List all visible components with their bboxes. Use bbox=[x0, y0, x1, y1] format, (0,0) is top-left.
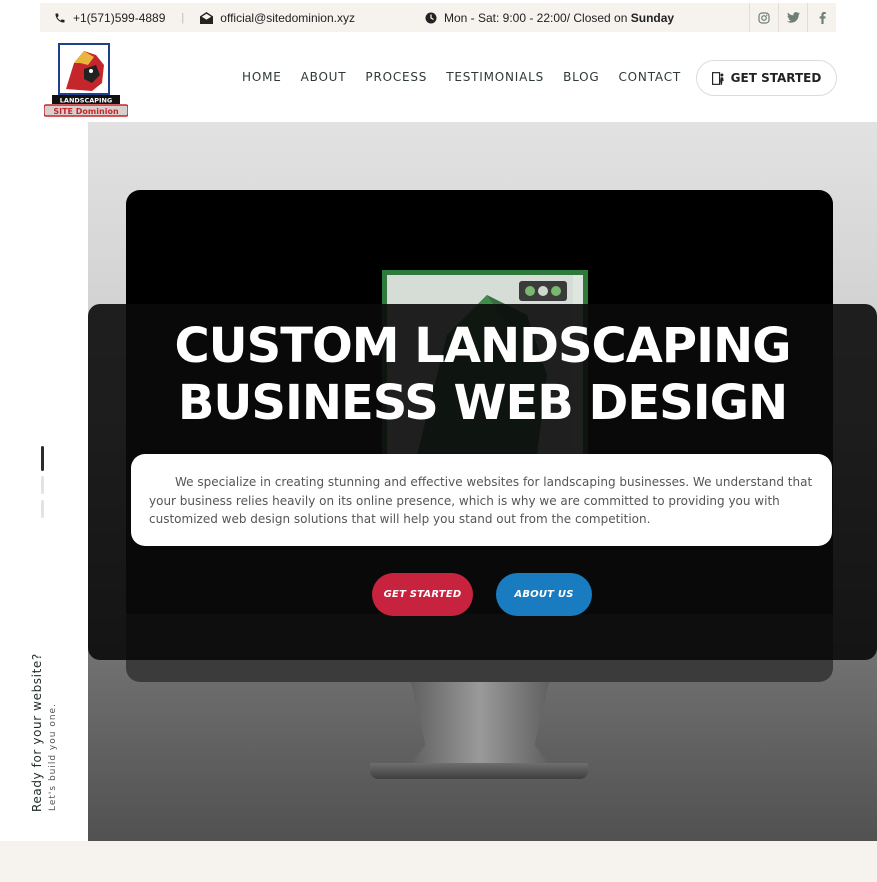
business-hours: Mon - Sat: 9:00 - 22:00/ Closed on Sunda… bbox=[425, 11, 674, 25]
hero-title-line-2: BUSINESS WEB DESIGN bbox=[177, 375, 788, 431]
rail-subtitle: Let's build you one. bbox=[48, 703, 58, 811]
rail-callout: Ready for your website? Let's build you … bbox=[30, 653, 58, 812]
get-started-button[interactable]: GET STARTED bbox=[372, 573, 473, 616]
about-us-button[interactable]: ABOUT US bbox=[496, 573, 592, 616]
monitor-stand bbox=[408, 682, 552, 768]
slider-dot[interactable] bbox=[41, 476, 44, 494]
phone-number: +1(571)599-4889 bbox=[73, 10, 166, 25]
site-logo[interactable]: LANDSCAPING SITE Dominion bbox=[43, 43, 129, 117]
email-contact[interactable]: official@sitedominion.xyz bbox=[200, 11, 355, 25]
rail-title: Ready for your website? bbox=[30, 653, 44, 812]
nav-blog[interactable]: BLOG bbox=[563, 70, 599, 84]
social-links bbox=[749, 3, 836, 32]
monitor-base bbox=[370, 763, 588, 779]
slider-dot-active[interactable] bbox=[41, 446, 44, 471]
instagram-icon[interactable] bbox=[749, 3, 778, 32]
twitter-icon[interactable] bbox=[778, 3, 807, 32]
slider-dot[interactable] bbox=[41, 500, 44, 518]
nav-about[interactable]: ABOUT bbox=[301, 70, 347, 84]
hero-title-line-1: CUSTOM LANDSCAPING bbox=[174, 318, 791, 374]
email-address: official@sitedominion.xyz bbox=[220, 10, 355, 25]
logo-top-text: LANDSCAPING bbox=[60, 97, 112, 105]
phone-icon bbox=[55, 13, 65, 22]
get-started-header-button[interactable]: GET STARTED bbox=[696, 60, 837, 96]
nav-home[interactable]: HOME bbox=[242, 70, 282, 84]
phone-contact[interactable]: +1(571)599-4889 bbox=[54, 11, 165, 25]
hero-description: We specialize in creating stunning and e… bbox=[131, 454, 832, 546]
nav-testimonials[interactable]: TESTIMONIALS bbox=[446, 70, 544, 84]
footer-strip bbox=[0, 841, 877, 882]
clock-icon bbox=[425, 12, 437, 23]
main-nav: HOME ABOUT PROCESS TESTIMONIALS BLOG CON… bbox=[242, 70, 700, 84]
envelope-open-icon bbox=[200, 11, 214, 24]
hero-section: CUSTOM LANDSCAPING BUSINESS WEB DESIGN W… bbox=[88, 122, 877, 841]
nav-contact[interactable]: CONTACT bbox=[619, 70, 682, 84]
facebook-icon[interactable] bbox=[807, 3, 836, 32]
separator: | bbox=[181, 11, 185, 24]
get-started-header-label: GET STARTED bbox=[730, 71, 822, 85]
logo-bottom-text: SITE Dominion bbox=[53, 107, 119, 116]
hero-title: CUSTOM LANDSCAPING BUSINESS WEB DESIGN bbox=[88, 318, 877, 432]
top-info-bar: +1(571)599-4889 | official@sitedominion.… bbox=[40, 3, 836, 32]
hours-text: Mon - Sat: 9:00 - 22:00/ Closed on bbox=[443, 10, 628, 25]
person-in-door-icon bbox=[711, 71, 724, 85]
closed-day: Sunday bbox=[630, 10, 675, 25]
nav-process[interactable]: PROCESS bbox=[365, 70, 427, 84]
